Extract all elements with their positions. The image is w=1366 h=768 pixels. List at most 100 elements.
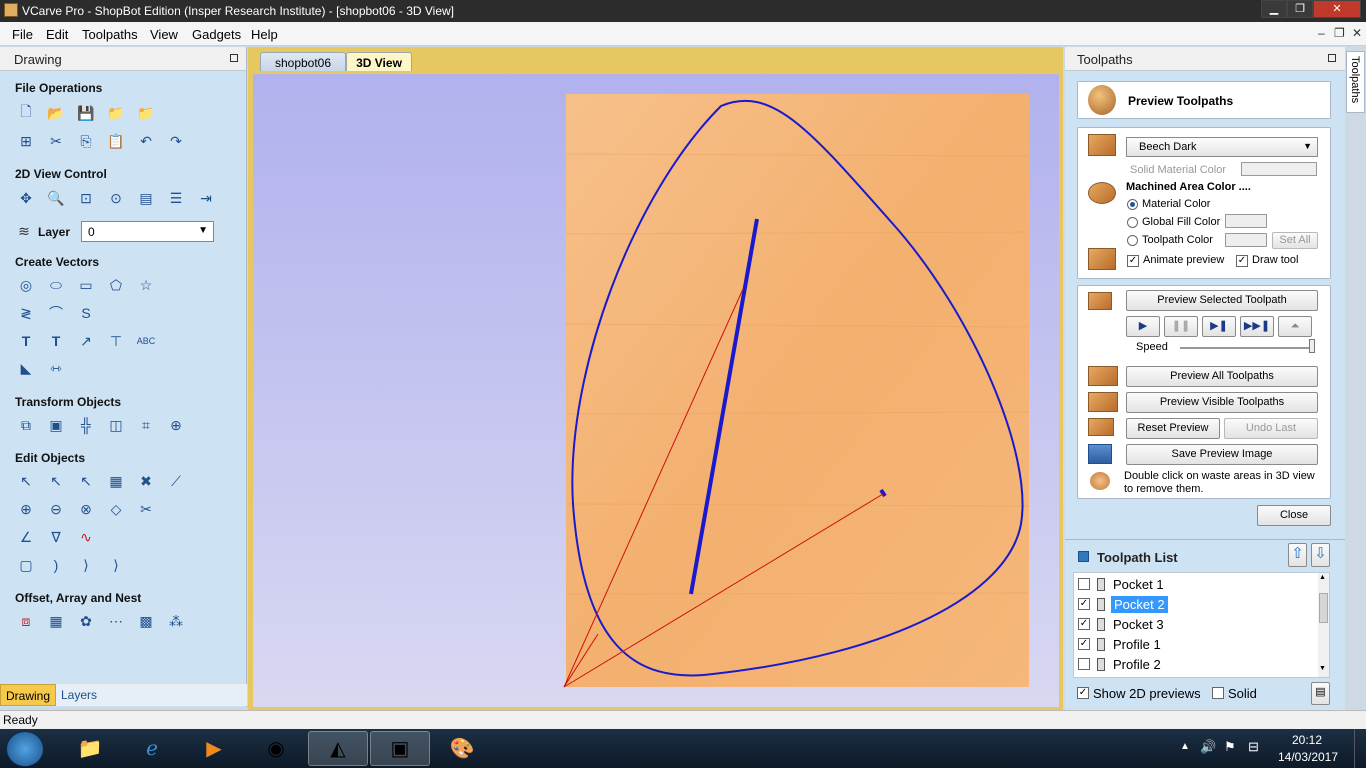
star-icon[interactable]: ☆ (136, 275, 156, 295)
open-file-icon[interactable]: 📂 (46, 103, 66, 123)
show-hidden-icons[interactable]: ▲ (1180, 741, 1190, 752)
menu-edit[interactable]: Edit (46, 27, 68, 42)
pause-button[interactable]: ❚❚ (1164, 316, 1198, 337)
open-folder-icon[interactable]: 📁 (106, 103, 126, 123)
3d-scene[interactable] (253, 74, 1059, 707)
guides-icon[interactable]: ☰ (166, 188, 186, 208)
circle-icon[interactable]: ◎ (16, 275, 36, 295)
redo-icon[interactable]: ↷ (166, 131, 186, 151)
save-preview-image-button[interactable]: Save Preview Image (1126, 444, 1318, 465)
material-select[interactable]: Beech Dark ▼ (1126, 137, 1318, 157)
action-center-icon[interactable]: ⚑ (1224, 739, 1236, 755)
new-file-icon[interactable]: 🗋 (16, 103, 36, 123)
fillet-icon[interactable]: ∠ (16, 527, 36, 547)
ellipse-icon[interactable]: ⬭ (46, 275, 66, 295)
3d-view-canvas[interactable] (253, 74, 1059, 707)
shopbot-icon[interactable]: ▣ (370, 731, 430, 766)
select-icon[interactable]: ↖ (16, 471, 36, 491)
ungroup-icon[interactable]: ✖ (136, 471, 156, 491)
align-icon[interactable]: ╬ (76, 415, 96, 435)
toolpath-row[interactable]: ✓ Pocket 2 (1077, 596, 1315, 614)
media-player-icon[interactable]: ▶ (184, 731, 244, 766)
set-position-icon[interactable]: ▣ (46, 415, 66, 435)
trim-icon[interactable]: ✂ (136, 499, 156, 519)
scrollbar-thumb[interactable] (1319, 593, 1328, 623)
auto-layout-text-icon[interactable]: T (46, 331, 66, 351)
array-icon[interactable]: ▦ (46, 611, 66, 631)
toolpath-row[interactable]: Pocket 1 (1077, 576, 1315, 594)
mdi-close-button[interactable]: ✕ (1352, 26, 1362, 40)
curve-icon[interactable]: ⌒ (46, 303, 66, 323)
mdi-minimize-button[interactable]: – (1318, 26, 1325, 40)
show-desktop-button[interactable] (1354, 729, 1366, 768)
global-fill-color-radio[interactable] (1127, 217, 1138, 228)
intersect-icon[interactable]: ⊗ (76, 499, 96, 519)
toolpath-checkbox[interactable]: ✓ (1078, 598, 1090, 610)
dimension-icon[interactable]: ⇿ (46, 358, 66, 378)
extend-icon[interactable]: ) (46, 555, 66, 575)
paint-icon[interactable]: 🎨 (432, 731, 492, 766)
speed-slider-handle[interactable] (1309, 339, 1315, 353)
copy-along-icon[interactable]: ⋯ (106, 611, 126, 631)
menu-file[interactable]: File (12, 27, 33, 42)
zoom-selected-icon[interactable]: ⊙ (106, 188, 126, 208)
speed-slider-track[interactable] (1180, 347, 1314, 349)
material-color-radio[interactable] (1127, 199, 1138, 210)
polyline-icon[interactable]: ≷ (16, 303, 36, 323)
text-on-curve-icon[interactable]: ↗ (76, 331, 96, 351)
toolpath-checkbox[interactable] (1078, 578, 1090, 590)
chrome-icon[interactable]: ◉ (246, 731, 306, 766)
view-options-icon[interactable]: ▤ (136, 188, 156, 208)
text-icon[interactable]: T (16, 331, 36, 351)
subtract-icon[interactable]: ⊖ (46, 499, 66, 519)
distort-icon[interactable]: ⌗ (136, 415, 156, 435)
preview-visible-toolpaths-button[interactable]: Preview Visible Toolpaths (1126, 392, 1318, 413)
toolpaths-side-tab[interactable]: Toolpaths (1346, 51, 1365, 113)
spline-icon[interactable]: S (76, 303, 96, 323)
skip-to-end-button[interactable]: ▶▶❚ (1240, 316, 1274, 337)
undo-last-button[interactable]: Undo Last (1224, 418, 1318, 439)
toolpath-row[interactable]: ✓ Pocket 3 (1077, 616, 1315, 634)
polygon-icon[interactable]: ⬠ (106, 275, 126, 295)
toolpath-color-swatch[interactable] (1225, 233, 1267, 247)
center-icon[interactable]: ⊕ (166, 415, 186, 435)
undo-icon[interactable]: ↶ (136, 131, 156, 151)
menu-gadgets[interactable]: Gadgets (192, 27, 241, 42)
start-button[interactable] (6, 731, 44, 767)
spell-check-icon[interactable]: ABC (136, 331, 156, 351)
maximize-button[interactable]: ❐ (1287, 0, 1313, 18)
tab-layers[interactable]: Layers (56, 684, 102, 706)
text-arc-icon[interactable]: ⊤ (106, 331, 126, 351)
copy-icon[interactable]: ⎘ (76, 131, 96, 151)
close-vectors-icon[interactable]: ▢ (16, 555, 36, 575)
clock-date[interactable]: 14/03/2017 (1274, 750, 1342, 764)
group-icon[interactable]: ▦ (106, 471, 126, 491)
scroll-down-icon[interactable]: ▼ (1319, 665, 1326, 672)
curve-fit-icon[interactable]: ∇ (46, 527, 66, 547)
reset-preview-button[interactable]: Reset Preview (1126, 418, 1220, 439)
save-icon[interactable]: 💾 (76, 103, 96, 123)
pin-icon[interactable] (1328, 54, 1336, 62)
toolpath-row[interactable]: Profile 2 (1077, 656, 1315, 674)
close-button[interactable]: Close (1257, 505, 1331, 526)
offset-icon[interactable]: ⧈ (16, 611, 36, 631)
layer-select[interactable]: 0 ▼ (81, 221, 214, 242)
show-2d-previews-checkbox[interactable]: ✓ (1077, 687, 1089, 699)
animate-preview-checkbox[interactable]: ✓ (1127, 255, 1139, 267)
pan-icon[interactable]: ✥ (16, 188, 36, 208)
measure-icon[interactable]: ⟋ (166, 471, 186, 491)
circular-array-icon[interactable]: ✿ (76, 611, 96, 631)
toolpath-list-scrollbar[interactable] (1318, 573, 1329, 677)
move-up-button[interactable]: ⇧ (1288, 543, 1307, 567)
scroll-up-icon[interactable]: ▲ (1319, 574, 1326, 581)
mdi-restore-button[interactable]: ❐ (1334, 26, 1345, 40)
vcarve-icon[interactable]: ◭ (308, 731, 368, 766)
global-fill-color-swatch[interactable] (1225, 214, 1267, 228)
solid-material-color-swatch[interactable] (1241, 162, 1317, 176)
paste-icon[interactable]: 📋 (106, 131, 126, 151)
toolpath-checkbox[interactable]: ✓ (1078, 638, 1090, 650)
preview-all-toolpaths-button[interactable]: Preview All Toolpaths (1126, 366, 1318, 387)
volume-icon[interactable]: 🔊 (1200, 739, 1216, 755)
move-icon[interactable]: ⧉ (16, 415, 36, 435)
draw-tool-checkbox[interactable]: ✓ (1236, 255, 1248, 267)
